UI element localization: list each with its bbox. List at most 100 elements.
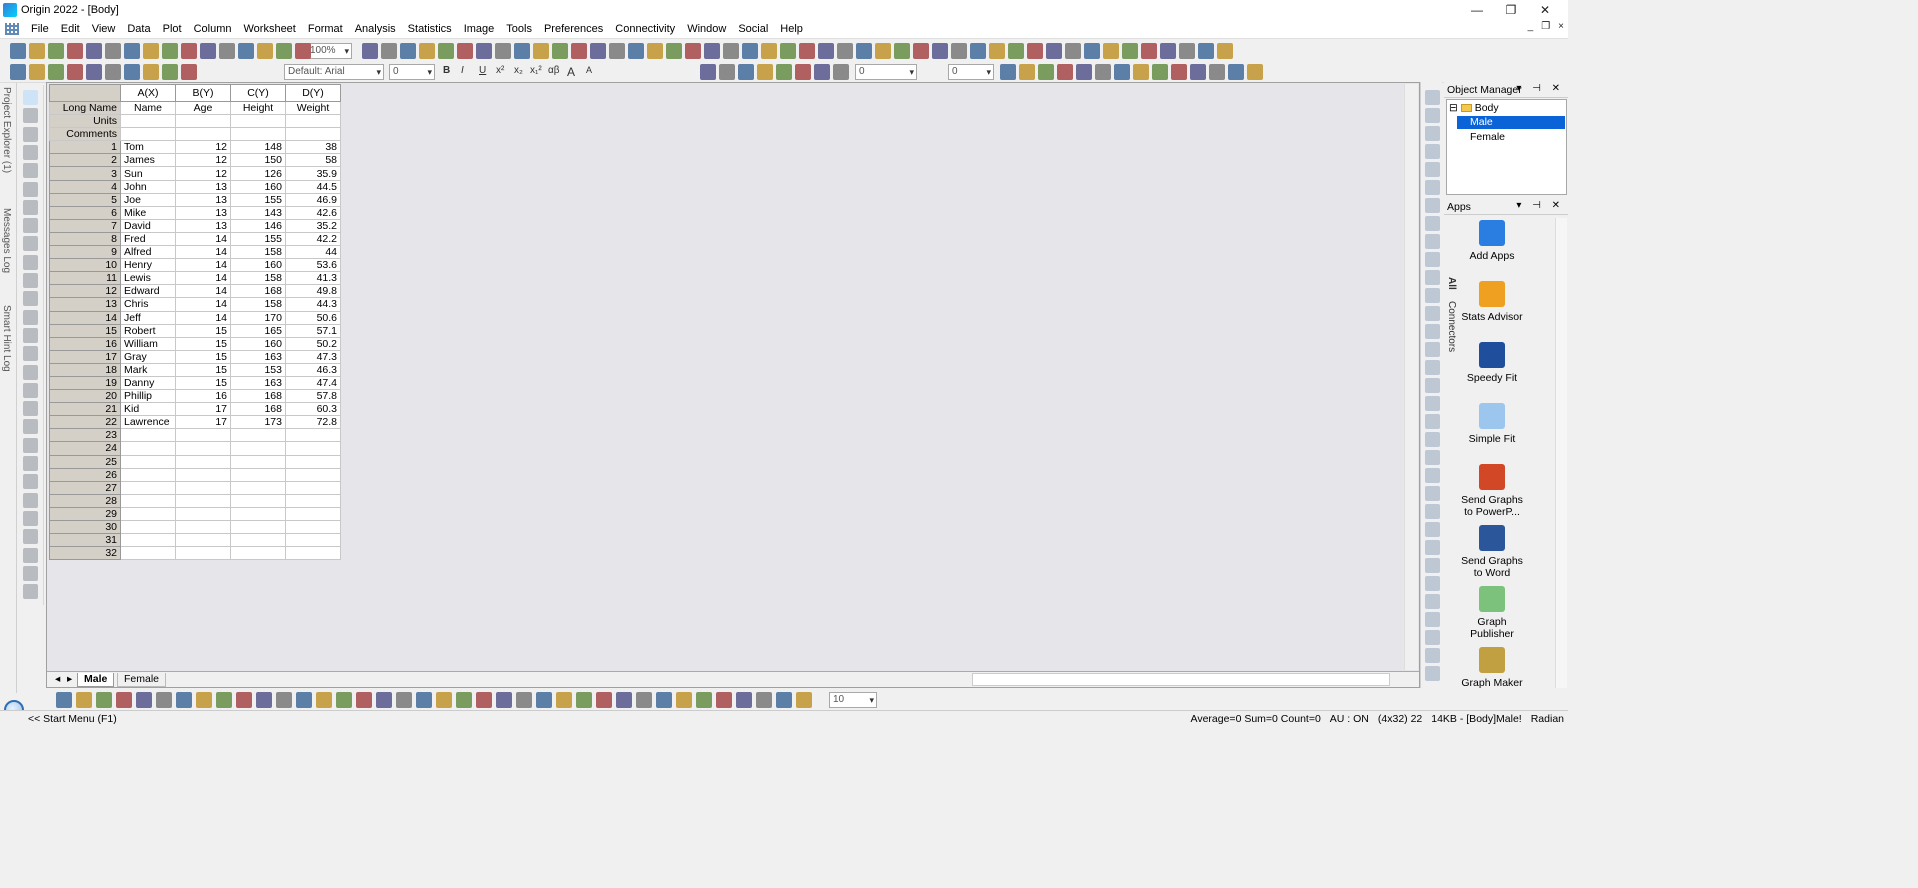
- toolbar-tool-button[interactable]: [970, 43, 986, 59]
- toolbar-tool-button[interactable]: [48, 43, 64, 59]
- layer-tool-icon[interactable]: [1425, 180, 1440, 195]
- layer-tool-icon[interactable]: [1425, 630, 1440, 645]
- label-row-long-name[interactable]: Long Name: [49, 100, 121, 116]
- layer-tool-icon[interactable]: [1425, 558, 1440, 573]
- format-tool-button[interactable]: [1019, 64, 1035, 80]
- cell[interactable]: Robert: [120, 323, 176, 338]
- format-tool-button[interactable]: [776, 64, 792, 80]
- row-header[interactable]: 3: [49, 166, 121, 181]
- row-header[interactable]: 28: [49, 493, 121, 508]
- cell[interactable]: Henry: [120, 258, 176, 273]
- toolbar-tool-button[interactable]: [381, 43, 397, 59]
- cell[interactable]: Tom: [120, 140, 176, 155]
- smart-hint-log-tab[interactable]: Smart Hint Log: [1, 305, 12, 372]
- toolbar-tool-button[interactable]: [1160, 43, 1176, 59]
- toolbar-tool-button[interactable]: [989, 43, 1005, 59]
- cell[interactable]: [175, 454, 231, 469]
- row-header[interactable]: 15: [49, 323, 121, 338]
- cell[interactable]: William: [120, 336, 176, 351]
- format-tool-button[interactable]: [1190, 64, 1206, 80]
- row-header[interactable]: 23: [49, 428, 121, 443]
- toolbar-tool-button[interactable]: [1046, 43, 1062, 59]
- italic-button[interactable]: I: [461, 65, 464, 76]
- cell[interactable]: 44.3: [285, 297, 341, 312]
- layer-tool-icon[interactable]: [1425, 504, 1440, 519]
- format-tool-button[interactable]: [1171, 64, 1187, 80]
- cell[interactable]: 46.3: [285, 362, 341, 377]
- cell[interactable]: 50.6: [285, 310, 341, 325]
- toolbar-tool-button[interactable]: [67, 43, 83, 59]
- cell[interactable]: 35.2: [285, 218, 341, 233]
- menu-data[interactable]: Data: [123, 23, 158, 35]
- bottom-tool-button[interactable]: [356, 692, 372, 708]
- cell[interactable]: 17: [175, 402, 231, 417]
- format-tool-button[interactable]: [10, 64, 26, 80]
- comments-cell[interactable]: [120, 127, 176, 142]
- tree-item-male[interactable]: Male: [1457, 116, 1565, 129]
- toolbar-tool-button[interactable]: [181, 43, 197, 59]
- menu-view[interactable]: View: [88, 23, 124, 35]
- format-tool-button[interactable]: [833, 64, 849, 80]
- cell[interactable]: [120, 533, 176, 548]
- format-tool-button[interactable]: [1114, 64, 1130, 80]
- cell[interactable]: [230, 441, 286, 456]
- cell[interactable]: Lewis: [120, 271, 176, 286]
- format-tool-button[interactable]: [124, 64, 140, 80]
- layer-tool-icon[interactable]: [1425, 342, 1440, 357]
- cell[interactable]: 14: [175, 310, 231, 325]
- cell[interactable]: Phillip: [120, 389, 176, 404]
- bottom-tool-button[interactable]: [456, 692, 472, 708]
- menu-column[interactable]: Column: [190, 23, 240, 35]
- cell[interactable]: 46.9: [285, 192, 341, 207]
- cell[interactable]: 41.3: [285, 271, 341, 286]
- greek-button[interactable]: αβ: [548, 65, 560, 76]
- cell[interactable]: James: [120, 153, 176, 168]
- menu-tools[interactable]: Tools: [502, 23, 540, 35]
- format-tool-button[interactable]: [29, 64, 45, 80]
- cell[interactable]: [230, 428, 286, 443]
- app-speedy-fit[interactable]: Speedy Fit: [1460, 342, 1524, 384]
- toolbar-tool-button[interactable]: [1065, 43, 1081, 59]
- cell[interactable]: Chris: [120, 297, 176, 312]
- cell[interactable]: 53.6: [285, 258, 341, 273]
- bottom-tool-button[interactable]: [696, 692, 712, 708]
- format-tool-button[interactable]: [1057, 64, 1073, 80]
- layer-tool-icon[interactable]: [1425, 612, 1440, 627]
- increase-font-button[interactable]: A: [567, 65, 575, 79]
- row-header[interactable]: 18: [49, 362, 121, 377]
- toolbar-tool-button[interactable]: [105, 43, 121, 59]
- toolbar-tool-button[interactable]: [723, 43, 739, 59]
- cell[interactable]: Mike: [120, 205, 176, 220]
- menu-image[interactable]: Image: [460, 23, 503, 35]
- tool-icon[interactable]: [23, 126, 38, 142]
- bottom-size-combo[interactable]: 10: [829, 692, 877, 708]
- menu-file[interactable]: File: [27, 23, 57, 35]
- cell[interactable]: [285, 441, 341, 456]
- toolbar-tool-button[interactable]: [1008, 43, 1024, 59]
- layer-tool-icon[interactable]: [1425, 252, 1440, 267]
- menu-worksheet[interactable]: Worksheet: [239, 23, 303, 35]
- format-tool-button[interactable]: [1152, 64, 1168, 80]
- units-cell[interactable]: [285, 114, 341, 129]
- layer-tool-icon[interactable]: [1425, 162, 1440, 177]
- layer-tool-icon[interactable]: [1425, 648, 1440, 663]
- tool-icon[interactable]: [23, 291, 38, 307]
- format-tool-button[interactable]: [86, 64, 102, 80]
- menu-connectivity[interactable]: Connectivity: [611, 23, 683, 35]
- format-tool-button[interactable]: [1247, 64, 1263, 80]
- row-header[interactable]: 30: [49, 519, 121, 535]
- tab-scroll-right-button[interactable]: ▸: [61, 673, 78, 687]
- tool-icon[interactable]: [23, 144, 38, 160]
- label-row-units[interactable]: Units: [49, 114, 121, 129]
- long-name-cell[interactable]: Name: [120, 100, 176, 116]
- cell[interactable]: 158: [230, 297, 286, 312]
- row-header[interactable]: 4: [49, 179, 121, 194]
- tool-icon[interactable]: [23, 474, 38, 490]
- tool-icon[interactable]: [23, 108, 38, 124]
- tool-icon[interactable]: [23, 181, 38, 197]
- app-add-apps[interactable]: Add Apps: [1460, 220, 1524, 262]
- cell[interactable]: [175, 428, 231, 443]
- format-tool-button[interactable]: [1038, 64, 1054, 80]
- tree-item-body[interactable]: ⊟ Body: [1449, 102, 1499, 115]
- column-header-a[interactable]: A(X): [120, 84, 176, 102]
